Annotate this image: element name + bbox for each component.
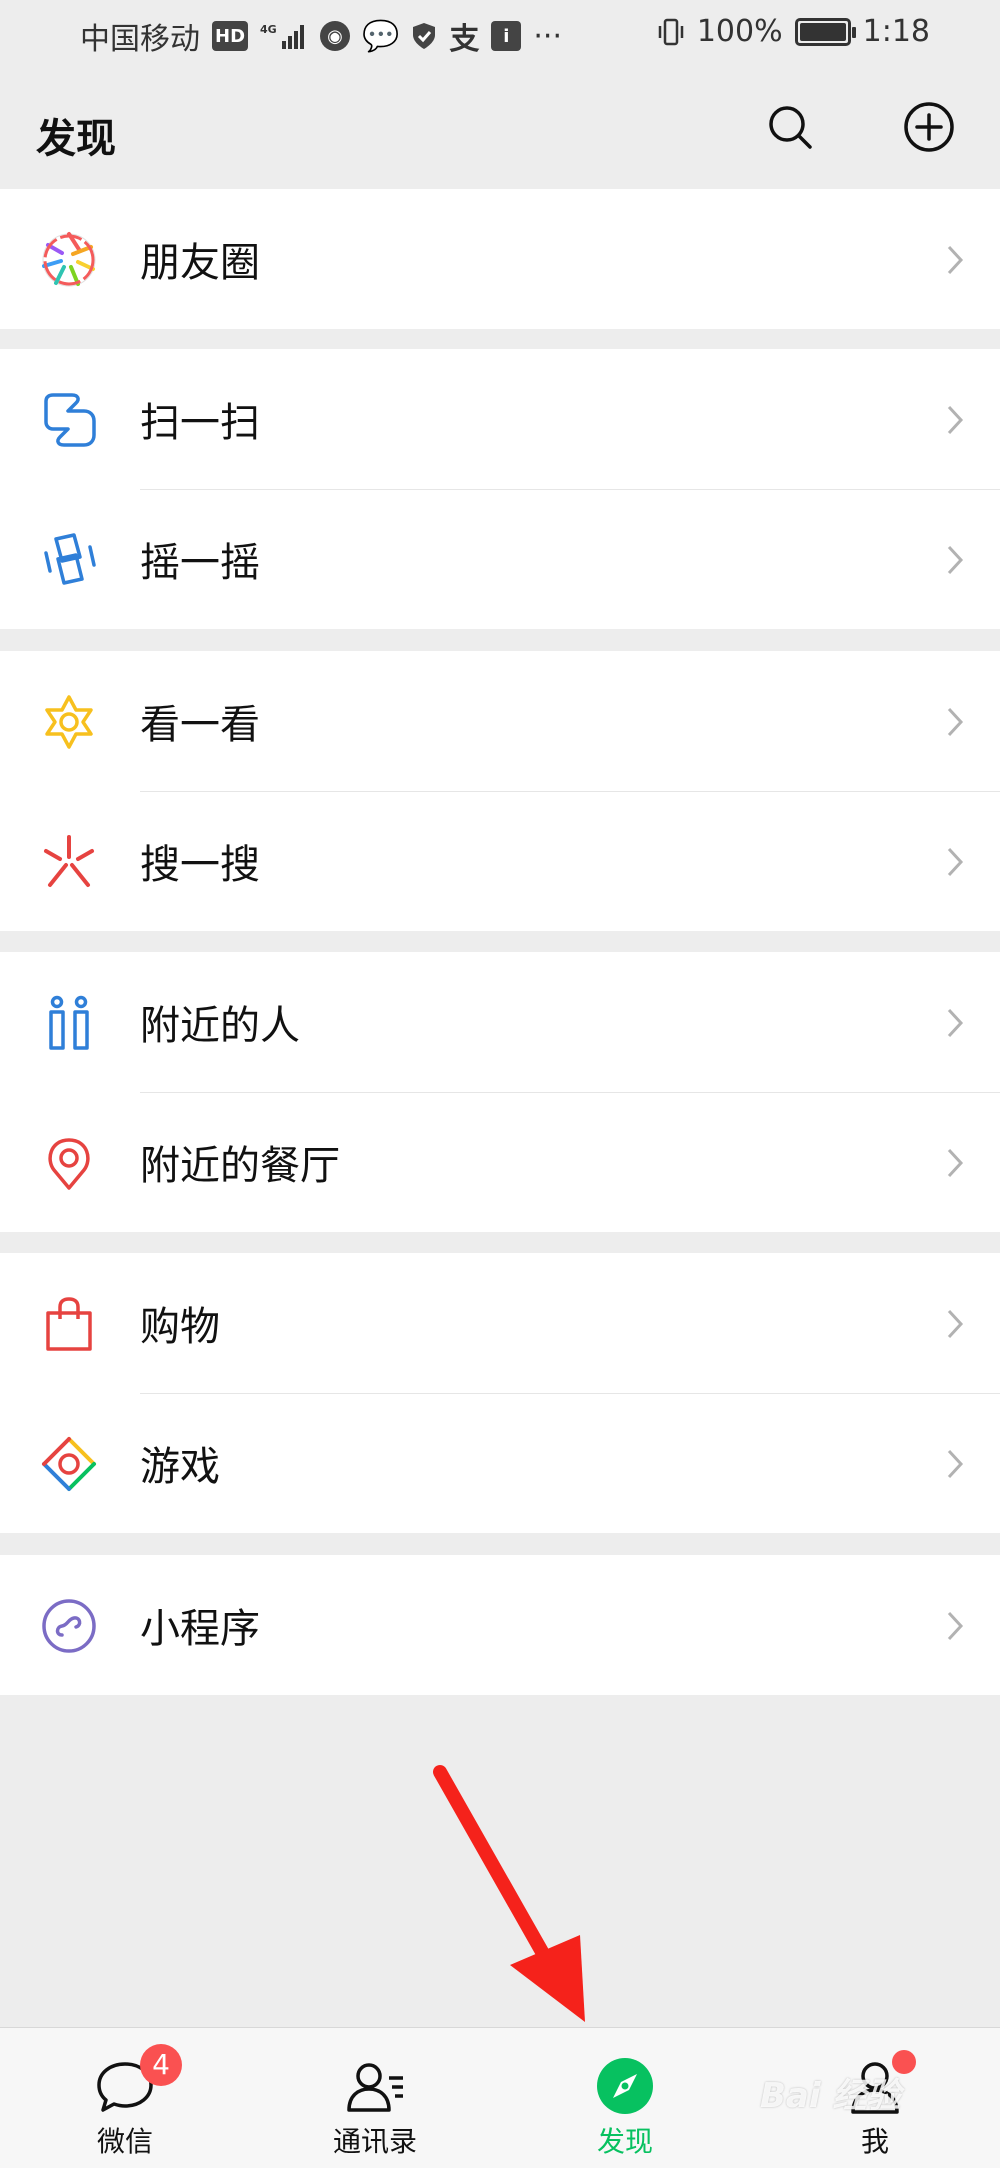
group-mini-programs: 小程序 [0,1555,1000,1695]
group-moments: 朋友圈 [0,189,1000,329]
info-icon: i [491,21,522,51]
mini-programs-icon [42,1599,96,1653]
moments-aperture-icon [42,232,96,287]
menu-item-shake[interactable]: 摇一摇 [0,489,1000,629]
menu-item-label: 游戏 [140,1444,220,1490]
menu-item-label: 附近的餐厅 [140,1143,340,1189]
status-bar: 中国移动 HD 4G ◉ 💬 支 i ··· 100% 1:18 [0,0,1000,70]
status-right: 100% 1:18 [657,14,930,49]
menu-item-restaurants-nearby[interactable]: 附近的餐厅 [0,1092,1000,1232]
more-notifications-icon: ··· [533,18,562,54]
search-spark-icon [44,835,94,887]
tab-label: 通讯录 [332,2125,417,2158]
menu-item-moments[interactable]: 朋友圈 [0,189,1000,329]
menu-item-label: 附近的人 [140,1003,300,1049]
app-notification-icon: ◉ [320,21,351,51]
battery-icon [794,17,856,46]
games-icon [42,1437,96,1491]
compass-icon [597,2058,653,2114]
nav-header: 发现 [0,70,1000,186]
chevron-right-icon [947,545,964,575]
menu-item-scan[interactable]: 扫一扫 [0,349,1000,489]
chevron-right-icon [947,1449,964,1479]
chevron-right-icon [947,1008,964,1038]
tab-label: 发现 [596,2125,653,2158]
tab-label: 我 [860,2125,889,2158]
vibrate-icon [658,18,684,45]
menu-item-label: 购物 [140,1304,220,1350]
chevron-right-icon [947,1611,964,1641]
menu-item-label: 看一看 [140,702,260,748]
menu-item-mini-programs[interactable]: 小程序 [0,1555,1000,1695]
hd-badge: HD [212,21,249,51]
signal-icon: 4G [260,23,305,49]
group-nearby: 附近的人 附近的餐厅 [0,952,1000,1232]
menu-item-people-nearby[interactable]: 附近的人 [0,952,1000,1092]
battery-percent: 100% [696,14,783,49]
chevron-right-icon [947,707,964,737]
unread-badge: 4 [140,2044,182,2086]
menu-item-label: 扫一扫 [140,400,260,446]
tab-contacts[interactable]: 通讯录 [250,2028,500,2168]
group-stories-search: 看一看 搜一搜 [0,651,1000,931]
menu-item-games[interactable]: 游戏 [0,1393,1000,1533]
tab-discover[interactable]: 发现 [500,2028,750,2168]
chevron-right-icon [947,1309,964,1339]
chevron-right-icon [947,847,964,877]
page-title: 发现 [36,116,116,162]
top-stories-icon [45,695,93,749]
shake-icon [44,533,96,585]
tab-label: 微信 [96,2125,153,2158]
clock: 1:18 [862,14,930,49]
chevron-right-icon [947,245,964,275]
people-nearby-icon [49,995,89,1050]
menu-item-label: 摇一摇 [140,540,260,586]
chevron-right-icon [947,1148,964,1178]
search-icon[interactable] [763,100,817,154]
menu-item-label: 小程序 [140,1606,260,1652]
annotation-arrow [433,1765,585,2022]
scan-icon [44,393,96,447]
battery-level [799,22,846,41]
status-left: 中国移动 HD 4G ◉ 💬 支 i ··· [80,14,562,58]
shield-icon [413,23,436,49]
menu-item-shopping[interactable]: 购物 [0,1253,1000,1393]
group-shop-games: 购物 游戏 [0,1253,1000,1533]
alipay-icon: 支 [449,22,480,57]
shopping-bag-icon [46,1297,92,1351]
group-scan-shake: 扫一扫 摇一摇 [0,349,1000,629]
tab-chats[interactable]: 4 微信 [0,2028,250,2168]
menu-item-label: 搜一搜 [140,842,260,888]
watermark: Bai 经验 [760,2076,901,2116]
plus-circle-icon[interactable] [902,100,956,154]
location-pin-icon [48,1138,90,1190]
menu-item-label: 朋友圈 [140,240,260,286]
contacts-icon [347,2063,403,2112]
chevron-right-icon [947,405,964,435]
carrier-name: 中国移动 [80,22,200,57]
menu-item-search[interactable]: 搜一搜 [0,791,1000,931]
menu-item-top-stories[interactable]: 看一看 [0,651,1000,791]
svg-text:4G: 4G [260,23,277,36]
message-notification-icon: 💬 [362,18,400,54]
